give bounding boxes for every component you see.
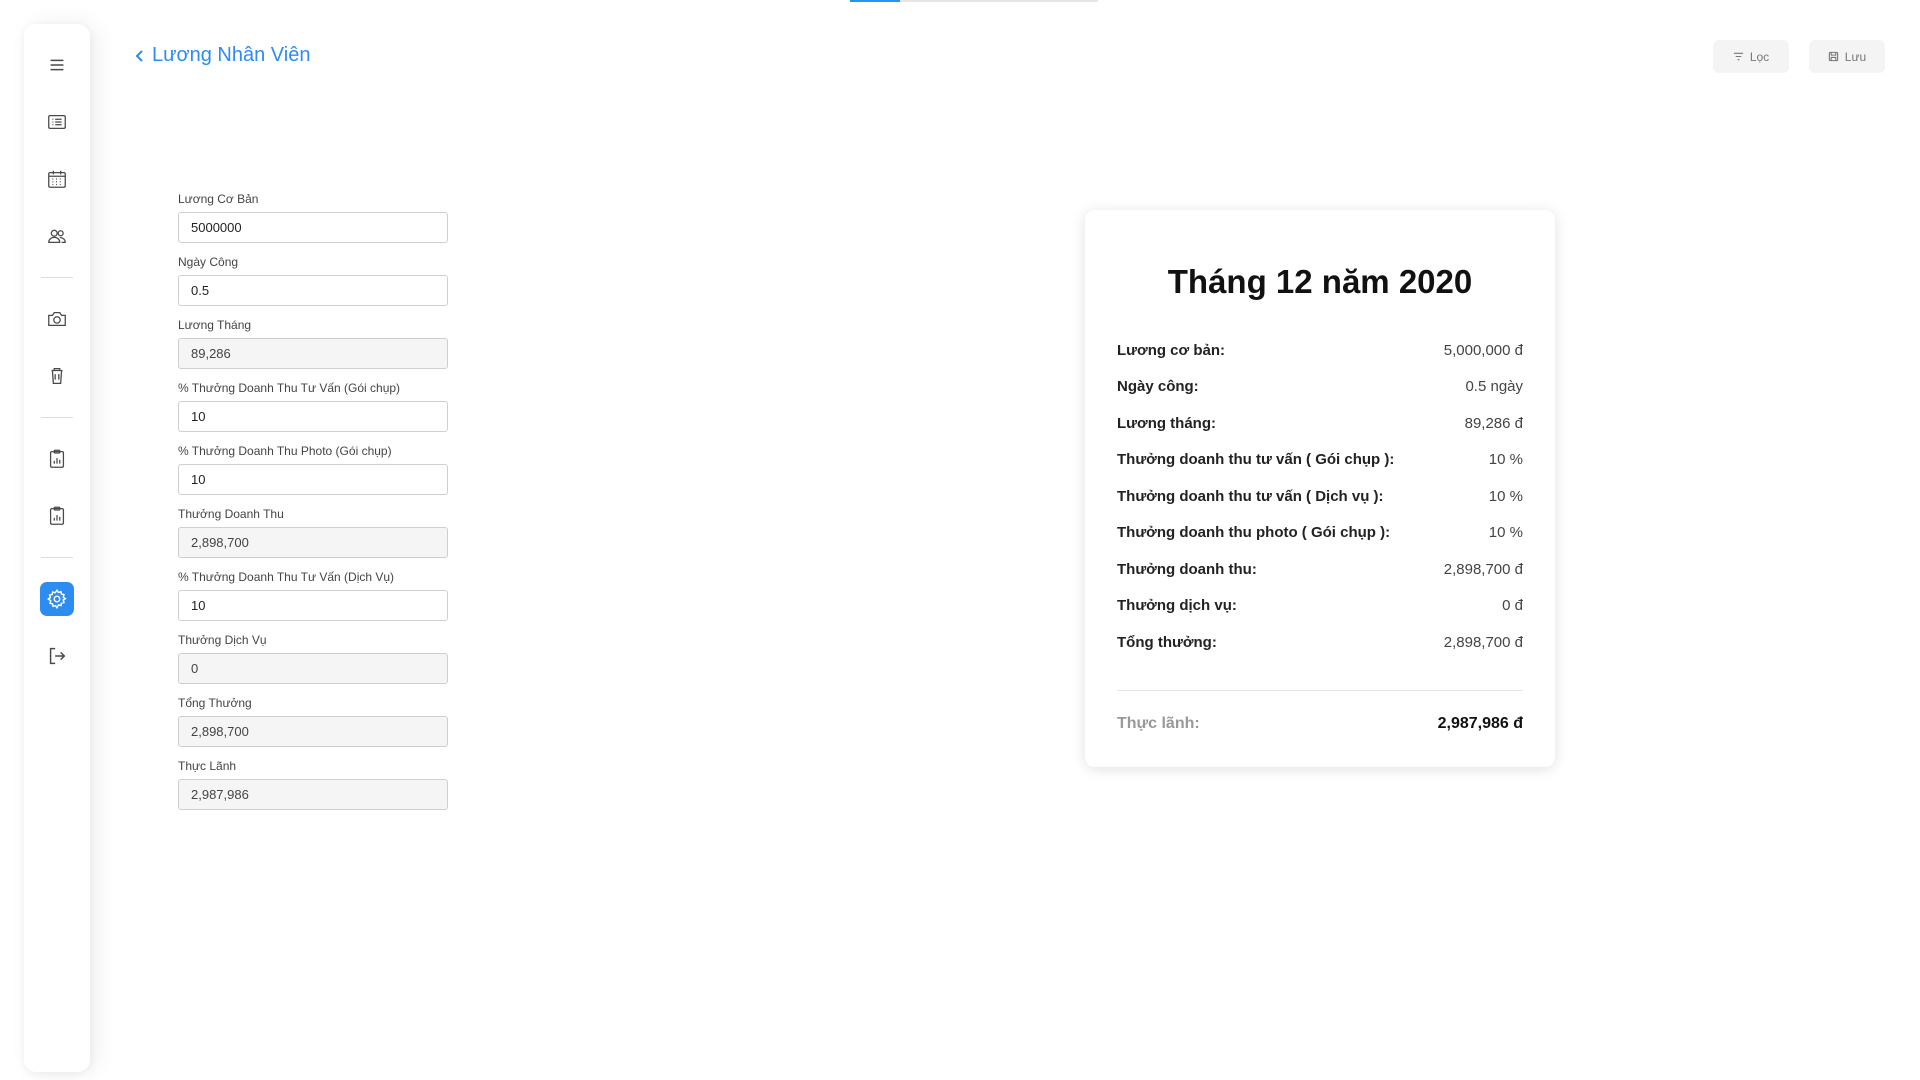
summary-total-row: Thực lãnh: 2,987,986 đ (1117, 715, 1523, 733)
summary-row-value: 0 đ (1502, 597, 1523, 615)
consult-service-bonus-percent-input[interactable] (178, 590, 448, 621)
field-label-consult-package-bonus-percent: % Thưởng Doanh Thu Tư Vấn (Gói chụp) (178, 381, 401, 395)
filter-icon (1733, 52, 1743, 61)
filter-button[interactable]: Lọc (1713, 40, 1789, 73)
summary-row: Thưởng doanh thu tư vấn ( Dịch vụ ): 10 … (1117, 478, 1523, 515)
form-field: % Thưởng Doanh Thu Photo (Gói chụp) (178, 444, 448, 495)
form-field: Thưởng Dịch Vụ (178, 633, 448, 684)
field-label-net-pay: Thực Lãnh (178, 759, 237, 773)
summary-row-label: Thưởng doanh thu: (1117, 560, 1257, 578)
summary-row-label: Lương tháng: (1117, 414, 1217, 432)
work-days-input[interactable] (178, 275, 448, 306)
field-label-service-bonus: Thưởng Dịch Vụ (178, 633, 267, 647)
sidebar-item-settings[interactable] (40, 582, 74, 616)
clipboard-chart-icon (49, 506, 65, 525)
summary-total-label: Thực lãnh: (1117, 714, 1200, 732)
summary-row-value: 89,286 đ (1464, 414, 1523, 432)
form-field: % Thưởng Doanh Thu Tư Vấn (Gói chụp) (178, 381, 448, 432)
sidebar (24, 24, 90, 1072)
field-label-total-bonus: Tổng Thưởng (178, 696, 252, 710)
basic-salary-input[interactable] (178, 212, 448, 243)
sidebar-item-list[interactable] (40, 105, 74, 139)
monthly-salary-field (178, 338, 448, 369)
field-label-consult-service-bonus-percent: % Thưởng Doanh Thu Tư Vấn (Dịch Vụ) (178, 570, 395, 584)
clipboard-chart-icon (49, 449, 65, 468)
trash-icon (51, 368, 63, 384)
summary-row-label: Thưởng dịch vụ: (1117, 597, 1237, 615)
revenue-bonus-field (178, 527, 448, 558)
summary-row-label: Lương cơ bản: (1117, 341, 1226, 359)
top-progress-fill (850, 0, 900, 2)
users-icon (48, 229, 66, 244)
form-field: Thực Lãnh (178, 759, 448, 810)
total-bonus-field (178, 716, 448, 747)
summary-row: Thưởng doanh thu tư vấn ( Gói chụp ): 10… (1117, 442, 1523, 479)
summary-row-label: Thưởng doanh thu photo ( Gói chụp ): (1117, 524, 1391, 542)
summary-title: Tháng 12 năm 2020 (1167, 263, 1473, 300)
summary-row: Lương tháng: 89,286 đ (1117, 405, 1523, 442)
summary-row-value: 0.5 ngày (1465, 378, 1523, 396)
field-label-monthly-salary: Lương Tháng (178, 318, 252, 332)
summary-row-label: Tổng thưởng: (1117, 633, 1217, 651)
menu-icon[interactable] (40, 48, 74, 82)
camera-icon (48, 311, 66, 327)
summary-row: Thưởng doanh thu photo ( Gói chụp ): 10 … (1117, 515, 1523, 552)
save-button-label: Lưu (1844, 49, 1867, 64)
sidebar-item-trash[interactable] (40, 359, 74, 393)
form-field: % Thưởng Doanh Thu Tư Vấn (Dịch Vụ) (178, 570, 448, 621)
field-label-photo-package-bonus-percent: % Thưởng Doanh Thu Photo (Gói chụp) (178, 444, 392, 458)
sidebar-item-logout[interactable] (40, 639, 74, 673)
page-title: Lương Nhân Viên (152, 44, 311, 66)
net-pay-field (178, 779, 448, 810)
field-label-basic-salary: Lương Cơ Bản (178, 192, 259, 206)
field-label-revenue-bonus: Thưởng Doanh Thu (178, 507, 284, 521)
gear-icon (47, 589, 67, 610)
logout-icon (49, 647, 66, 665)
summary-row-label: Thưởng doanh thu tư vấn ( Dịch vụ ): (1117, 487, 1384, 505)
sidebar-item-users[interactable] (40, 219, 74, 253)
summary-total-value: 2,987,986 đ (1437, 714, 1523, 732)
sidebar-divider (41, 277, 73, 278)
save-button[interactable]: Lưu (1809, 40, 1885, 73)
sidebar-divider (41, 557, 73, 558)
summary-row-label: Ngày công: (1117, 378, 1199, 396)
summary-row-value: 2,898,700 đ (1443, 633, 1523, 651)
list-icon (48, 114, 66, 130)
summary-row: Thưởng doanh thu: 2,898,700 đ (1117, 551, 1523, 588)
save-icon (1828, 51, 1838, 62)
form-field: Tổng Thưởng (178, 696, 448, 747)
summary-row-label: Thưởng doanh thu tư vấn ( Gói chụp ): (1117, 451, 1395, 469)
summary-row: Ngày công: 0.5 ngày (1117, 369, 1523, 406)
photo-package-bonus-percent-input[interactable] (178, 464, 448, 495)
sidebar-item-camera[interactable] (40, 302, 74, 336)
chevron-left-icon (135, 49, 143, 62)
back-link[interactable]: Lương Nhân Viên (134, 44, 310, 67)
summary-divider (1117, 689, 1523, 691)
sidebar-divider (41, 417, 73, 418)
summary-rows: Lương cơ bản: 5,000,000 đ Ngày công: 0.5… (1117, 332, 1523, 661)
sidebar-item-report-2[interactable] (40, 499, 74, 533)
summary-row-value: 2,898,700 đ (1443, 560, 1523, 578)
calendar-icon (48, 170, 66, 188)
sidebar-item-report-1[interactable] (40, 442, 74, 476)
summary-row: Tổng thưởng: 2,898,700 đ (1117, 624, 1523, 661)
summary-row-value: 10 % (1488, 524, 1523, 542)
summary-row-value: 10 % (1488, 451, 1523, 469)
sidebar-item-calendar[interactable] (40, 162, 74, 196)
summary-row: Thưởng dịch vụ: 0 đ (1117, 588, 1523, 625)
form-field: Lương Tháng (178, 318, 448, 369)
filter-button-label: Lọc (1749, 49, 1770, 64)
salary-form: Lương Cơ Bản Ngày Công Lương Tháng % Thư… (178, 192, 448, 822)
top-progress-bar (850, 0, 1098, 2)
salary-summary-card: Tháng 12 năm 2020 Lương cơ bản: 5,000,00… (1085, 210, 1555, 767)
consult-package-bonus-percent-input[interactable] (178, 401, 448, 432)
service-bonus-field (178, 653, 448, 684)
summary-row: Lương cơ bản: 5,000,000 đ (1117, 332, 1523, 369)
form-field: Thưởng Doanh Thu (178, 507, 448, 558)
form-field: Lương Cơ Bản (178, 192, 448, 243)
form-field: Ngày Công (178, 255, 448, 306)
field-label-work-days: Ngày Công (178, 255, 239, 269)
summary-row-value: 5,000,000 đ (1443, 341, 1523, 359)
summary-row-value: 10 % (1488, 487, 1523, 505)
